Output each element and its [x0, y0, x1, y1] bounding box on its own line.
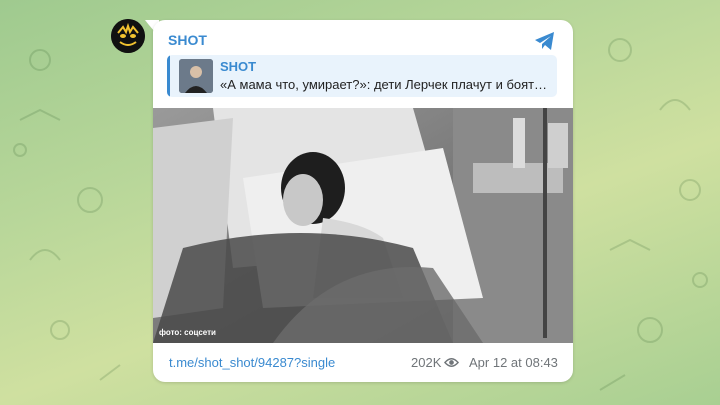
reply-text: «А мама что, умирает?»: дети Лерчек плач… [220, 77, 550, 92]
view-count: 202K [411, 355, 442, 370]
eye-icon [444, 358, 459, 367]
message-card: SHOT SHOT «А мама что, умирает?»: дети Л… [153, 20, 573, 382]
telegram-icon[interactable] [533, 29, 557, 53]
reply-preview[interactable]: SHOT «А мама что, умирает?»: дети Лерчек… [167, 55, 557, 97]
message-photo[interactable]: фото: соцсети [153, 108, 573, 343]
reply-accent-bar [167, 55, 170, 97]
channel-name[interactable]: SHOT [168, 32, 207, 48]
reply-thumbnail [179, 59, 213, 93]
photo-caption: фото: соцсети [159, 328, 216, 337]
post-date: Apr 12 at 08:43 [469, 355, 558, 370]
channel-logo-icon [111, 19, 145, 53]
post-link[interactable]: t.me/shot_shot/94287?single [169, 355, 335, 370]
photo-image [153, 108, 573, 343]
channel-avatar[interactable] [111, 19, 145, 53]
reply-title: SHOT [220, 59, 257, 74]
